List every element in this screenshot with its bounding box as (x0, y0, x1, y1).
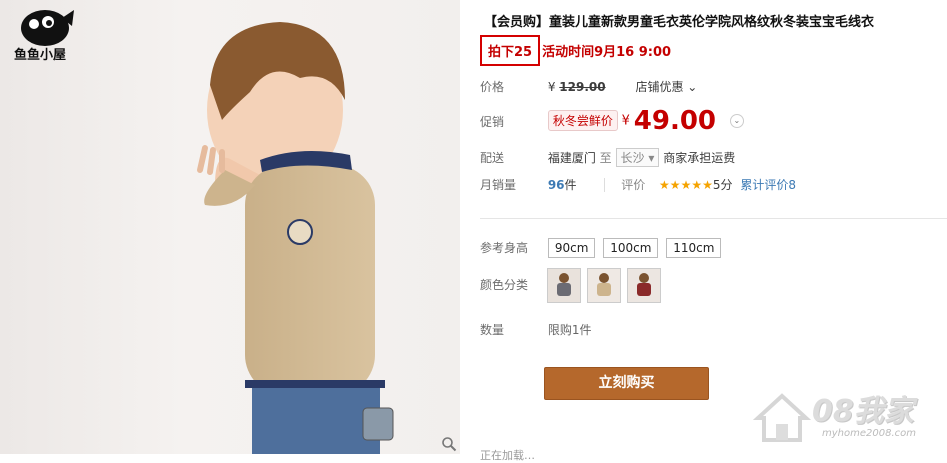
price-label: 价格 (480, 80, 505, 94)
rating-score: 5分 (712, 178, 733, 192)
expand-icon[interactable]: ⌄ (729, 114, 744, 128)
destination-select[interactable]: 长沙 ▾ (615, 148, 660, 167)
sales-count: 96 (547, 178, 565, 192)
product-photo[interactable] (0, 0, 460, 454)
shipping-row: 配送 福建厦门 至 长沙 ▾ 商家承担运费 (480, 148, 735, 167)
shipping-to: 至 (599, 151, 612, 165)
rating-label: 评价 (621, 178, 646, 192)
rating-stars: ★★★★★ (659, 178, 713, 192)
size-row: 参考身高 90cm 100cm 110cm (480, 238, 725, 258)
promo-price-row: 促销 秋冬尝鲜价 ¥ 49.00 ⌄ (480, 106, 744, 136)
color-row: 颜色分类 (480, 276, 544, 293)
price-currency: ¥ (547, 80, 556, 94)
promo-text: 活动时间9月16 9:00 (542, 45, 672, 60)
promo-currency: ¥ (621, 113, 630, 129)
shipping-origin: 福建厦门 (547, 151, 596, 165)
price-row: 价格 ¥ 129.00 店铺优惠 ⌄ (480, 78, 697, 95)
section-divider (480, 218, 947, 219)
promo-price: 49.00 (633, 106, 717, 136)
size-option-100[interactable]: 100cm (603, 238, 659, 258)
product-title: 【会员购】童装儿童新款男童毛衣英伦学院风格纹秋冬装宝宝毛线衣 (484, 15, 875, 30)
shop-discount-dropdown[interactable]: 店铺优惠 ⌄ (635, 78, 697, 95)
shipping-label: 配送 (480, 151, 505, 165)
color-option-thumb-1[interactable] (547, 268, 581, 303)
original-price: 129.00 (559, 80, 606, 94)
promo-line: 拍下25 活动时间9月16 9:00 (480, 35, 671, 66)
review-count-link[interactable]: 累计评价8 (740, 178, 796, 192)
divider (604, 178, 606, 192)
color-label: 颜色分类 (480, 278, 529, 292)
chevron-down-icon: ⌄ (683, 80, 698, 94)
quantity-row: 数量 限购1件 (480, 321, 591, 338)
color-option-thumb-2[interactable] (587, 268, 621, 303)
watermark-text: 08我家 (812, 394, 914, 429)
zoom-icon[interactable] (441, 436, 457, 452)
sales-label: 月销量 (480, 178, 517, 192)
color-option-thumb-3[interactable] (627, 268, 661, 303)
quantity-limit: 限购1件 (547, 323, 592, 337)
size-option-110[interactable]: 110cm (666, 238, 722, 258)
watermark-url: myhome2008.com (822, 428, 916, 439)
promo-highlight: 拍下25 (480, 35, 541, 66)
sales-unit: 件 (564, 178, 577, 192)
product-image-panel: 鱼鱼小屋 (0, 0, 460, 454)
bottom-hint: 正在加载… (480, 449, 535, 462)
buy-now-button[interactable]: 立刻购买 (544, 367, 709, 400)
size-label: 参考身高 (480, 241, 529, 255)
promo-label: 促销 (480, 114, 505, 129)
quantity-label: 数量 (480, 323, 505, 337)
shop-logo-text: 鱼鱼小屋 (14, 48, 67, 63)
sales-row: 月销量 96件 评价 ★★★★★5分 累计评价8 (480, 176, 796, 193)
shipping-note: 商家承担运费 (663, 151, 736, 165)
size-option-90[interactable]: 90cm (547, 238, 596, 258)
promo-tag: 秋冬尝鲜价 (547, 109, 618, 131)
